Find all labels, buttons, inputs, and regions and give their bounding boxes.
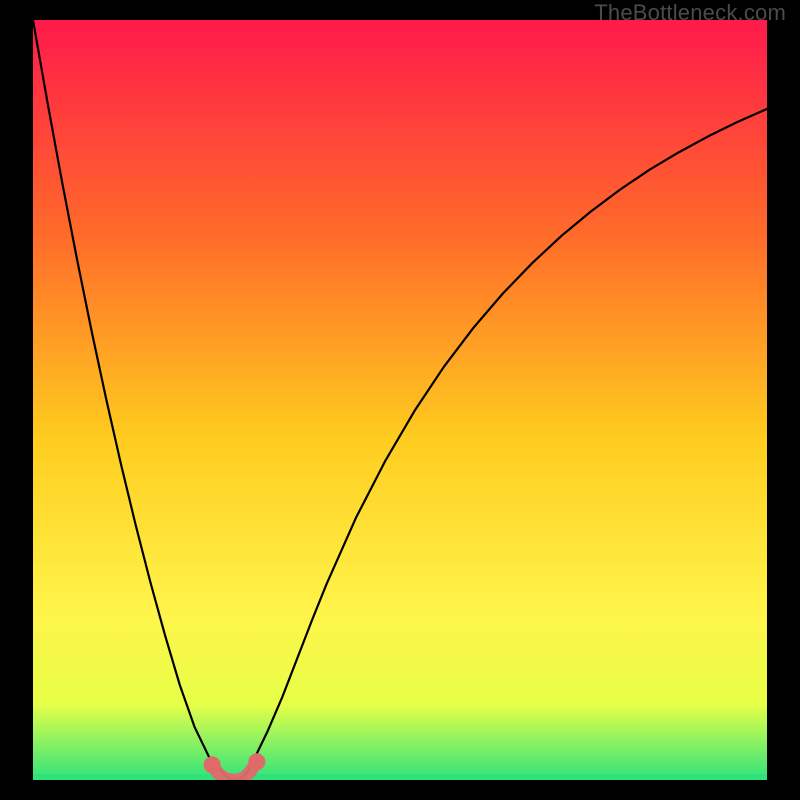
chart-container: TheBottleneck.com [0,0,800,800]
bottleneck-chart-svg [33,20,767,780]
watermark-text: TheBottleneck.com [594,0,786,26]
plot-area [33,20,767,780]
